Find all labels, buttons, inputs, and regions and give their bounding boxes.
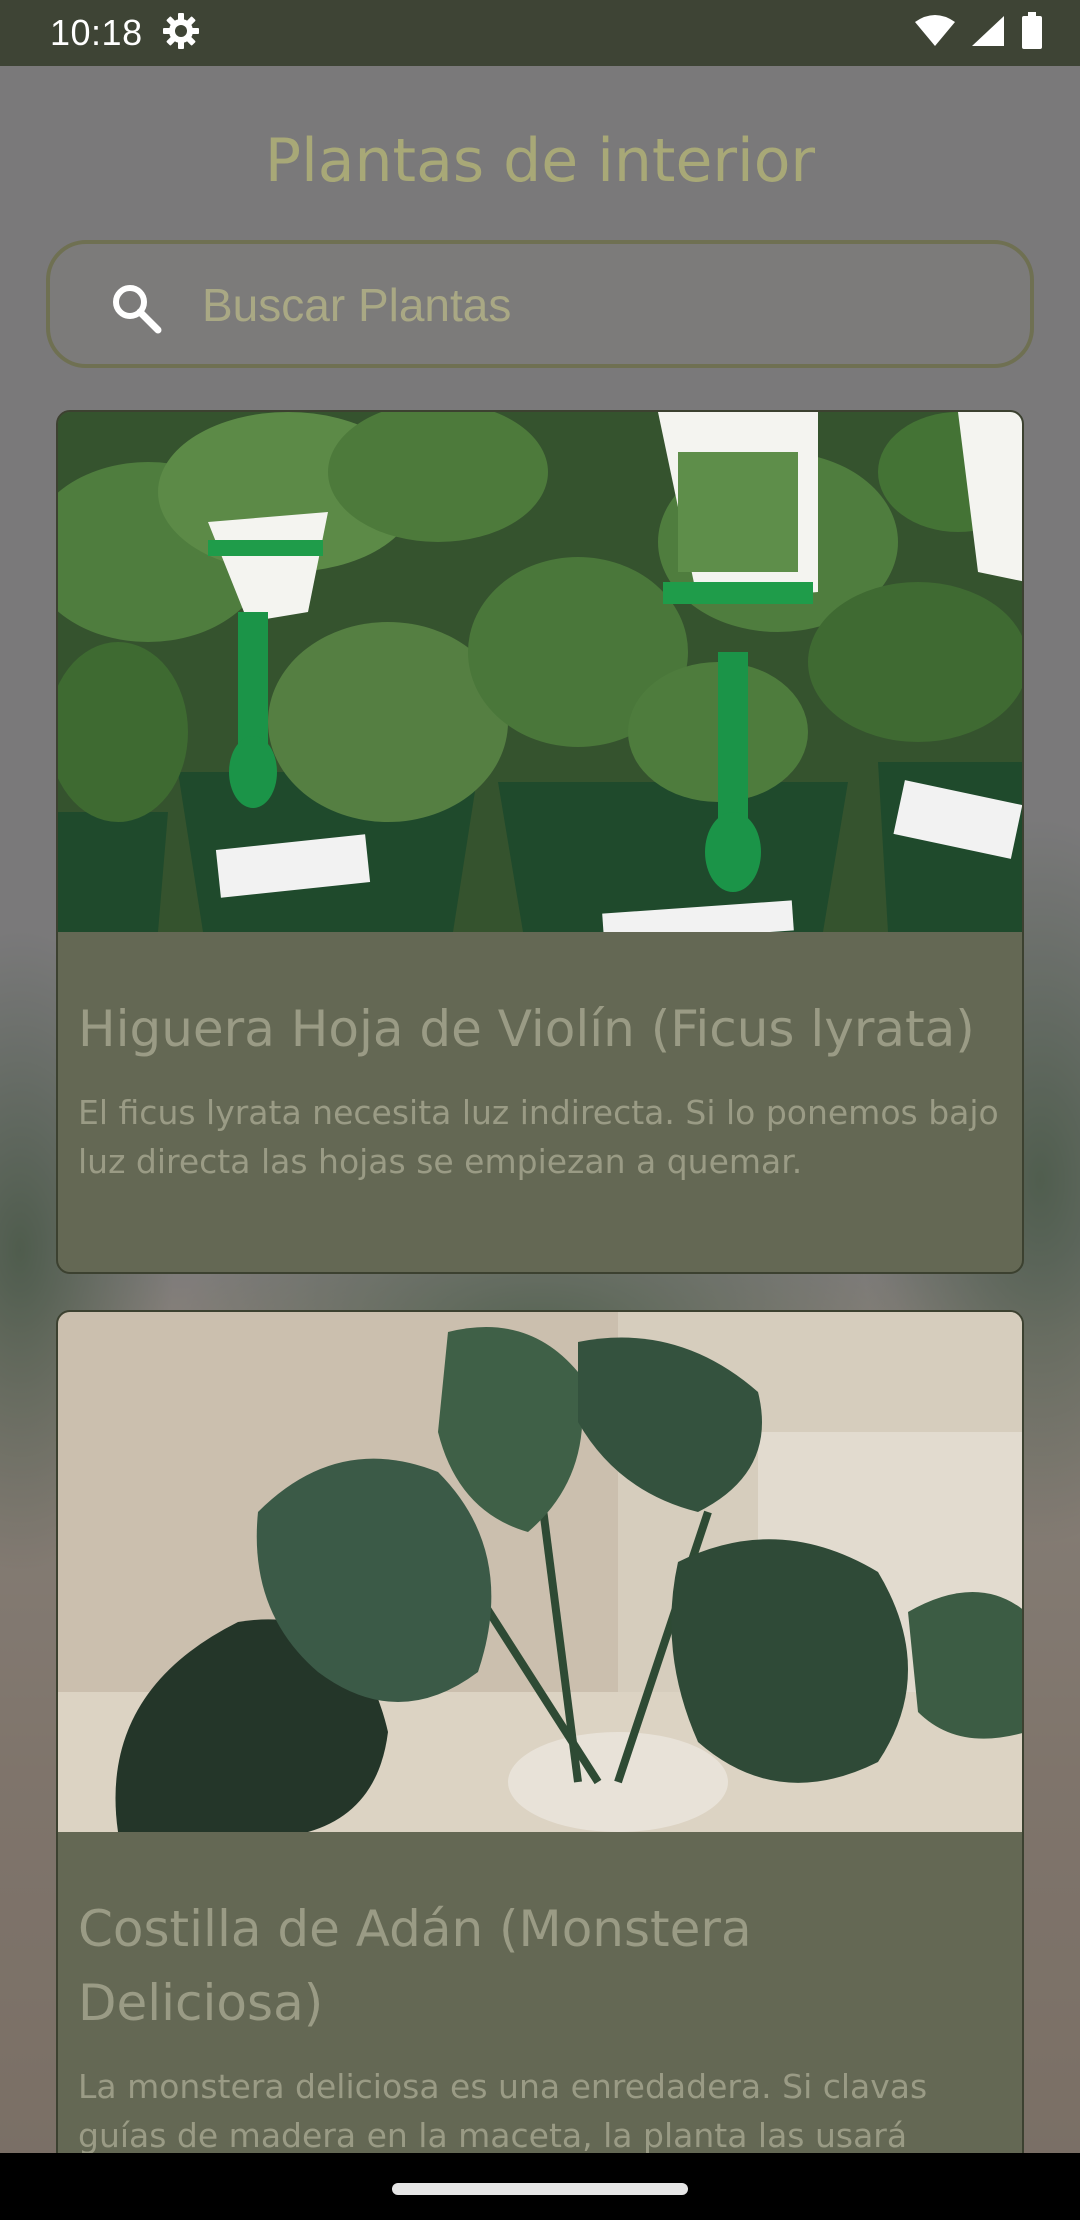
app-screen: 10:18 Plantas de interior Buscar Plantas… (0, 0, 1080, 2220)
plant-title: Costilla de Adán (Monstera Deliciosa) (78, 1900, 752, 2032)
search-bar[interactable] (46, 240, 1034, 368)
status-right (914, 12, 1044, 54)
battery-icon (1020, 12, 1044, 54)
cellular-signal-icon (970, 14, 1006, 52)
card-body: Costilla de Adán (Monstera Deliciosa) La… (58, 1832, 1022, 2180)
monstera-plant-image (58, 1312, 1022, 1832)
plant-card-ficus[interactable]: Higuera Hoja de Violín (Ficus lyrata) El… (56, 410, 1024, 1274)
wifi-icon (914, 14, 956, 52)
search-icon (108, 280, 164, 336)
ficus-plant-image (58, 412, 1022, 932)
status-bar: 10:18 (0, 0, 1080, 66)
system-navigation-bar (0, 2153, 1080, 2220)
home-gesture-handle[interactable] (392, 2183, 688, 2195)
plant-description: La monstera deliciosa es una enredadera.… (78, 2067, 928, 2155)
plant-title: Higuera Hoja de Violín (Ficus lyrata) (78, 1000, 975, 1058)
status-left: 10:18 (50, 11, 201, 55)
plant-card-monstera[interactable]: Costilla de Adán (Monstera Deliciosa) La… (56, 1310, 1024, 2190)
card-body: Higuera Hoja de Violín (Ficus lyrata) El… (58, 932, 1022, 1206)
plant-description: El ficus lyrata necesita luz indirecta. … (78, 1093, 999, 1181)
search-input[interactable] (200, 266, 964, 344)
settings-gear-icon (161, 11, 201, 55)
status-time: 10:18 (50, 12, 143, 53)
page-title: Plantas de interior (264, 126, 816, 196)
